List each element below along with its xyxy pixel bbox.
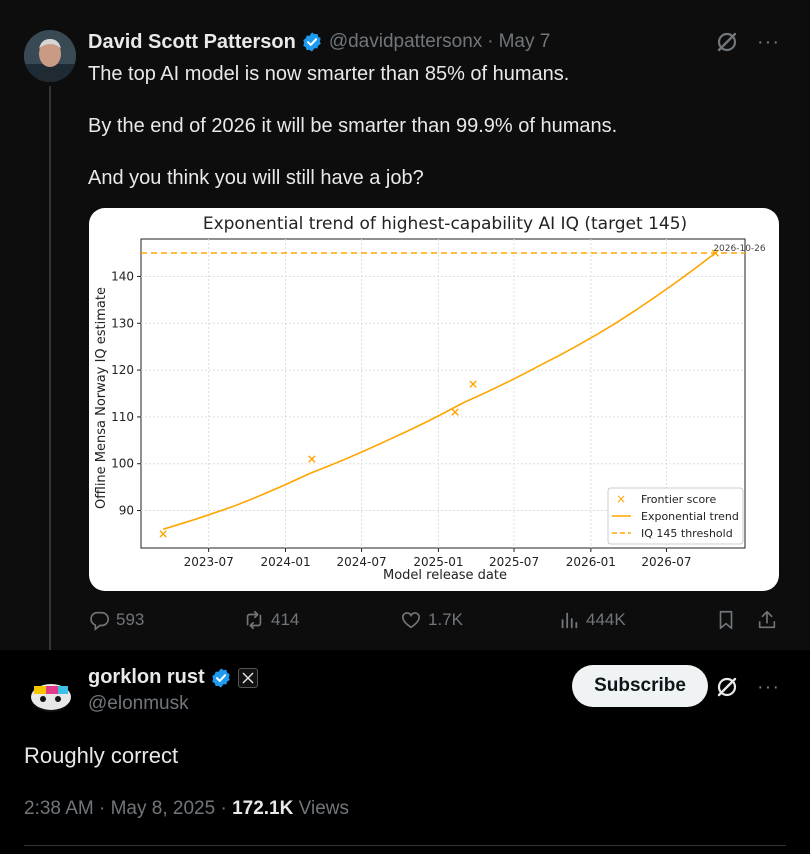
share-button[interactable] [756,609,778,631]
y-tick-label: 90 [119,504,134,518]
repost-count: 414 [271,610,300,629]
tweet-actions: 593 414 1.7K 444K [88,606,782,634]
tweet-date[interactable]: May 8, 2025 [111,798,216,819]
reply-tweet: gorklon rust @elonmusk Subscribe ··· Rou… [0,650,810,854]
data-point [469,380,477,388]
views-label: Views [298,798,349,819]
avatar[interactable] [24,30,76,82]
grok-icon[interactable] [715,675,739,699]
chart-legend: × Frontier score Exponential trend IQ 14… [607,487,744,545]
x-tick-label: 2023-07 [184,555,234,569]
subscribe-button[interactable]: Subscribe [572,665,708,707]
tweet-text: The top AI model is now smarter than 85%… [88,61,778,191]
views-icon [561,612,578,629]
x-tick-label: 2025-01 [413,555,463,569]
parent-tweet: David Scott Patterson @davidpattersonx ·… [0,0,810,662]
x-logo-icon[interactable] [237,667,258,688]
verified-badge-icon[interactable] [210,667,232,689]
legend-label-threshold: IQ 145 threshold [641,527,733,540]
like-button[interactable]: 1.7K [400,609,463,631]
divider [24,845,786,846]
data-point [308,455,316,463]
tweet-line: The top AI model is now smarter than 85%… [88,63,570,85]
reply-text: Roughly correct [24,743,179,768]
x-tick-label: 2024-01 [260,555,310,569]
meta-separator: · [99,798,106,819]
legend-marker-scatter: × [616,492,626,506]
reply-count: 593 [116,610,145,629]
author-name[interactable]: gorklon rust [88,666,205,689]
like-count: 1.7K [428,610,463,629]
views-button[interactable]: 444K [558,609,626,631]
x-tick-label: 2024-07 [336,555,386,569]
bookmark-icon [719,610,733,630]
tweet-time[interactable]: 2:38 AM [24,798,94,819]
more-icon[interactable]: ··· [757,677,780,697]
tweet-meta: 2:38 AM · May 8, 2025 · 172.1K Views [24,798,349,820]
reply-button[interactable]: 593 [88,609,144,631]
x-tick-label: 2025-07 [489,555,539,569]
x-axis-label: Model release date [383,568,507,583]
author-handle[interactable]: @davidpattersonx [329,31,482,53]
views-count: 444K [586,610,626,629]
bookmark-button[interactable] [715,609,737,631]
data-point [159,530,167,538]
grok-icon[interactable] [715,30,739,54]
repost-button[interactable]: 414 [243,609,299,631]
y-axis-label: Offline Mensa Norway IQ estimate [94,287,109,509]
tweet-line: And you think you will still have a job? [88,167,424,189]
chart-title: Exponential trend of highest-capability … [203,214,687,234]
author-name[interactable]: David Scott Patterson [88,31,296,54]
tweet-top-icons: ··· [715,30,780,54]
x-axis-ticks: 2023-07 2024-01 2024-07 2025-01 2025-07 2026-… [184,548,692,569]
point-annotation: 2026-10-26 [713,244,766,254]
y-axis-ticks: 90 100 110 120 130 140 [111,269,141,518]
x-tick-label: 2026-01 [566,555,616,569]
chart-svg: Exponential trend of highest-capability … [94,214,766,583]
author-handle[interactable]: @elonmusk [88,693,189,715]
y-tick-label: 140 [111,269,134,283]
legend-label-scatter: Frontier score [641,493,716,506]
data-point [451,408,459,416]
reply-icon [90,611,109,631]
y-tick-label: 120 [111,363,134,377]
tweet-date[interactable]: May 7 [499,31,551,53]
share-icon [758,610,776,629]
reply-top-icons: ··· [715,675,780,699]
chart-image[interactable]: Exponential trend of highest-capability … [89,208,779,591]
tweet-header: David Scott Patterson @davidpattersonx ·… [88,30,550,54]
x-tick-label: 2026-07 [641,555,691,569]
views-count[interactable]: 172.1K [232,798,293,819]
reply-header: gorklon rust [88,666,258,689]
repost-icon [246,610,262,630]
meta-separator: · [220,798,227,819]
tweet-line: By the end of 2026 it will be smarter th… [88,115,618,137]
header-separator: · [487,31,494,52]
y-tick-label: 130 [111,316,134,330]
y-tick-label: 100 [111,457,134,471]
legend-label-line: Exponential trend [641,510,739,523]
y-tick-label: 110 [111,410,134,424]
heart-icon [401,612,421,629]
more-icon[interactable]: ··· [757,32,780,52]
thread-connector-line [49,86,51,662]
avatar[interactable] [24,666,78,720]
verified-badge-icon[interactable] [301,31,323,53]
